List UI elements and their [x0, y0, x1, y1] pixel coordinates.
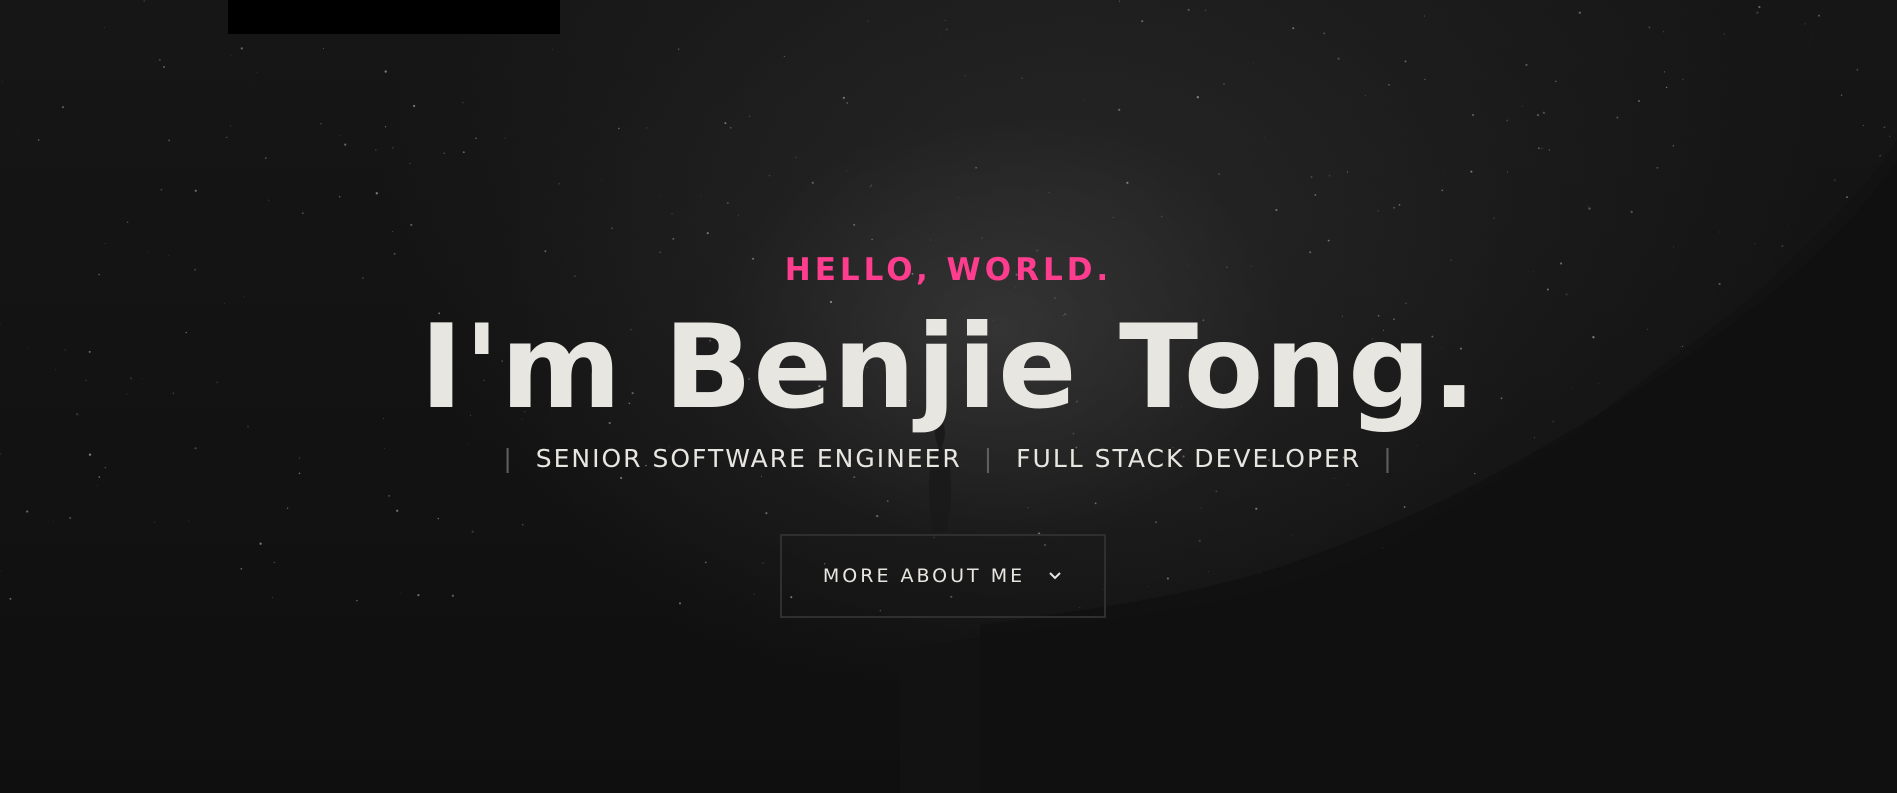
hero-kicker: HELLO, WORLD.	[784, 252, 1113, 288]
hero-headline: I'm Benjie Tong.	[419, 300, 1478, 435]
role-item: SENIOR SOFTWARE ENGINEER	[535, 444, 962, 473]
hero-content: HELLO, WORLD. I'm Benjie Tong. | SENIOR S…	[0, 0, 1897, 793]
cta-label: MORE ABOUT ME	[822, 565, 1026, 587]
role-separator: |	[503, 444, 514, 473]
role-separator: |	[983, 444, 995, 473]
more-about-me-button[interactable]: MORE ABOUT ME	[780, 534, 1106, 618]
role-separator: |	[1383, 444, 1394, 473]
chevron-down-icon	[1049, 572, 1061, 580]
hero-roles: | SENIOR SOFTWARE ENGINEER | FULL STACK DEV…	[0, 444, 1897, 473]
hero-section: HELLO, WORLD. I'm Benjie Tong. | SENIOR S…	[0, 0, 1897, 793]
role-item: FULL STACK DEVELOPER	[1016, 444, 1362, 473]
